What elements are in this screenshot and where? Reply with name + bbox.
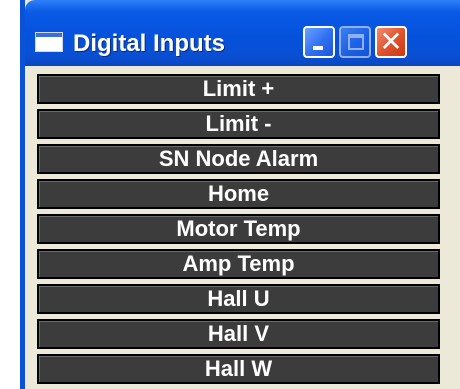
minimize-icon xyxy=(313,46,323,50)
title-bar[interactable]: Digital Inputs ✕ xyxy=(25,0,460,66)
input-row-limit-plus: Limit + xyxy=(37,74,440,104)
close-button[interactable]: ✕ xyxy=(375,26,407,58)
window-icon xyxy=(35,32,63,52)
minimize-button[interactable] xyxy=(303,26,335,58)
input-row-home: Home xyxy=(37,179,440,209)
input-row-limit-minus: Limit - xyxy=(37,109,440,139)
window-title: Digital Inputs xyxy=(73,30,225,57)
close-icon: ✕ xyxy=(379,25,403,58)
input-row-sn-node-alarm: SN Node Alarm xyxy=(37,144,440,174)
digital-input-list: Limit + Limit - SN Node Alarm Home Motor… xyxy=(37,74,440,389)
input-row-amp-temp: Amp Temp xyxy=(37,249,440,279)
input-row-hall-v: Hall V xyxy=(37,319,440,349)
input-row-motor-temp: Motor Temp xyxy=(37,214,440,244)
maximize-icon xyxy=(348,34,364,50)
input-row-hall-u: Hall U xyxy=(37,284,440,314)
digital-inputs-window: Digital Inputs ✕ Limit + Limit - SN Node… xyxy=(20,0,460,389)
maximize-button[interactable] xyxy=(339,26,371,58)
input-row-hall-w: Hall W xyxy=(37,354,440,384)
